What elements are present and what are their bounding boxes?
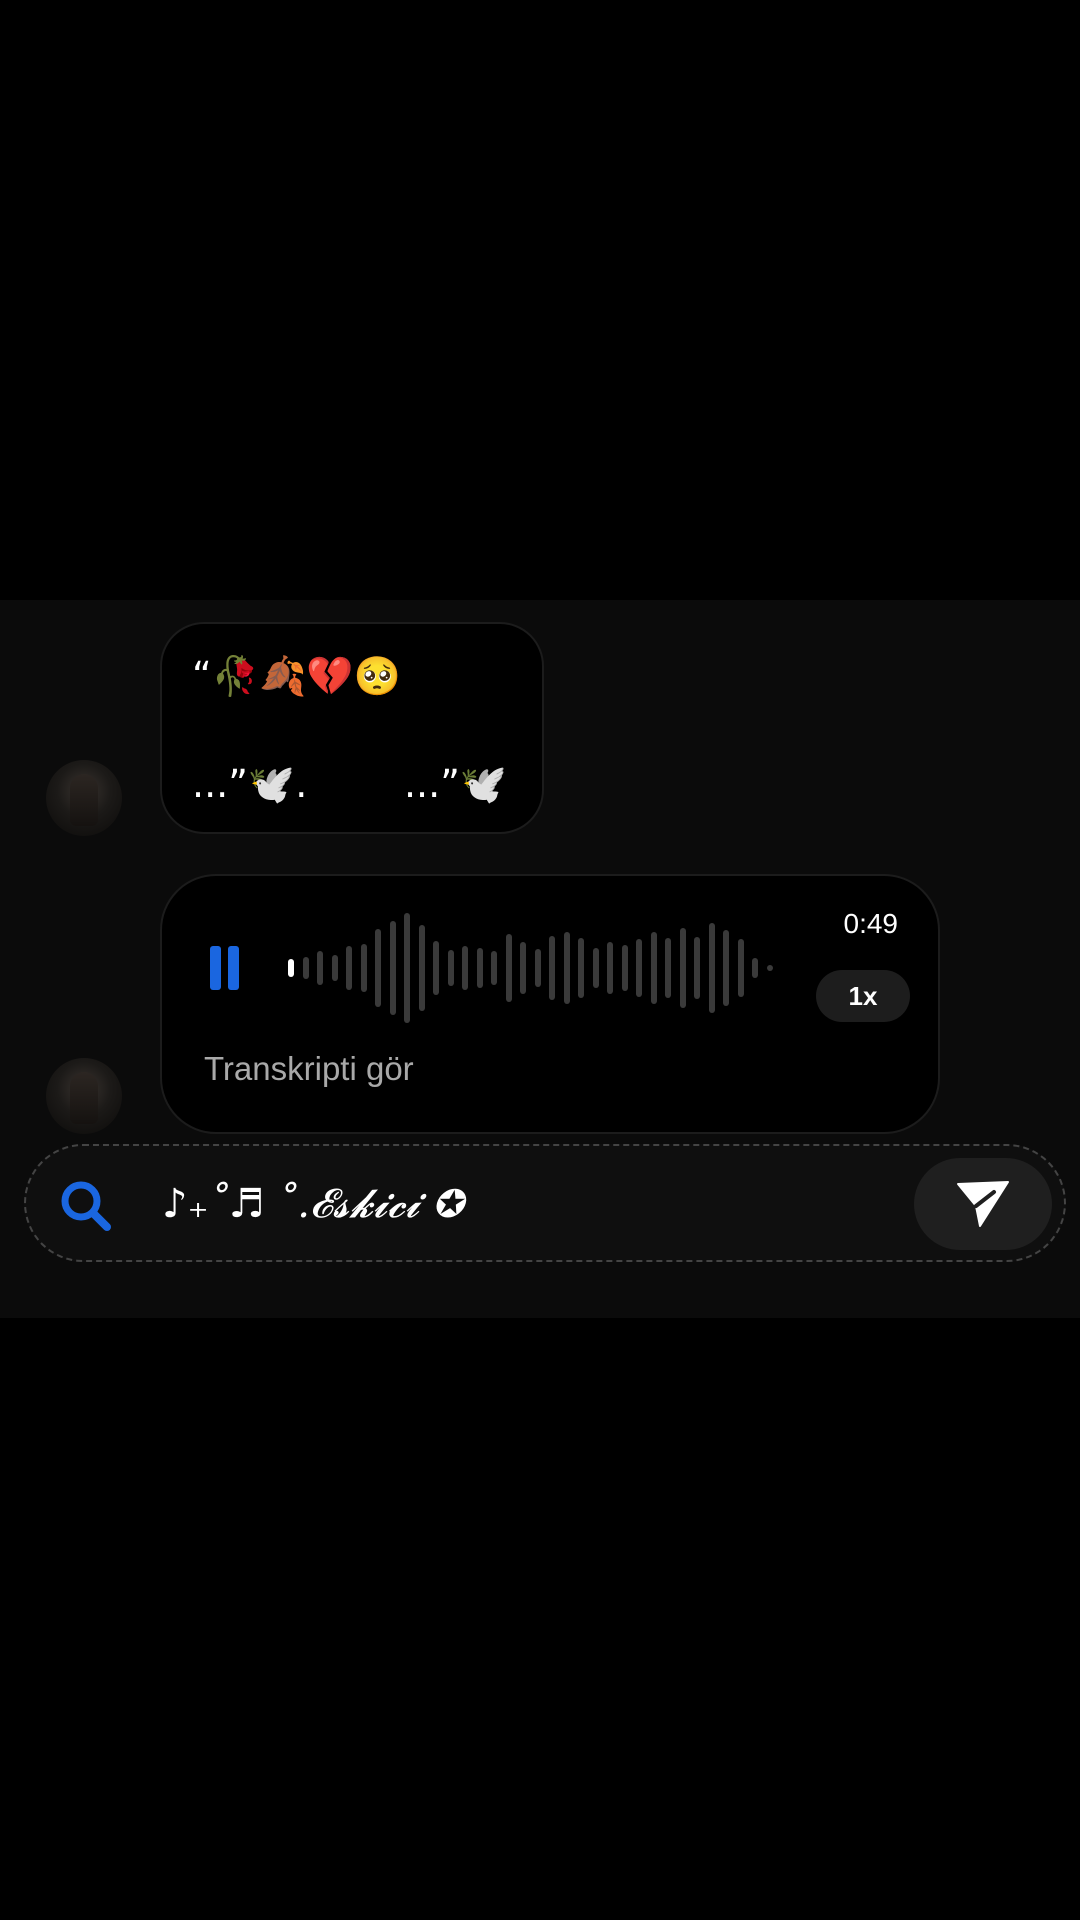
waveform-bar [766,965,773,971]
waveform-bar [375,929,381,1007]
composer-text[interactable]: ♪₊˚♬ ˚.𝓔𝓼𝓴𝓲𝓬𝓲 ✪ [162,1176,464,1232]
waveform-bar [389,921,396,1015]
pause-button[interactable] [206,942,246,992]
waveform-bar [563,932,570,1004]
waveform-bar [607,942,613,994]
waveform-bar [549,936,555,1000]
waveform-bar [491,951,497,985]
waveform-bar [520,942,526,994]
transcript-link[interactable]: Transkripti gör [204,1050,414,1088]
waveform-bar [650,932,657,1004]
waveform-bar [346,946,352,990]
waveform-bar [462,946,468,990]
waveform-bar [723,930,729,1006]
waveform-bar [418,925,425,1011]
waveform-bar [317,951,323,985]
message-line-2: ...”🕊️. ...”🕊️ [192,762,508,806]
message-bubble-text[interactable]: “🥀🍂💔🥺 ...”🕊️. ...”🕊️ [160,622,544,834]
waveform-bar [534,949,541,987]
waveform-bar [288,959,294,977]
voice-message-bubble[interactable]: 0:49 1x Transkripti gör [160,874,940,1134]
pause-icon [228,946,239,990]
message-line-1: “🥀🍂💔🥺 [192,654,401,698]
send-button[interactable] [914,1158,1052,1250]
waveform-bar [708,923,715,1013]
search-icon[interactable] [58,1178,112,1232]
waveform-bar [592,948,599,988]
waveform-bar [752,958,758,978]
waveform-bar [433,941,439,995]
waveform-bar [737,939,744,997]
avatar[interactable] [46,1058,122,1134]
avatar-figure [70,1072,98,1124]
waveform-bar [621,945,628,991]
waveform-bar [636,939,642,997]
waveform-bar [331,955,338,981]
waveform-bar [476,948,483,988]
waveform[interactable] [288,906,788,1030]
waveform-bar [679,928,686,1008]
waveform-bar [665,938,671,998]
waveform-bar [694,937,700,999]
waveform-bar [302,957,309,979]
waveform-bar [360,944,367,992]
send-icon [957,1181,1009,1227]
playback-speed-button[interactable]: 1x [816,970,910,1022]
waveform-bar [404,913,410,1023]
waveform-bar [505,934,512,1002]
avatar[interactable] [46,760,122,836]
voice-duration: 0:49 [843,908,899,939]
avatar-figure [70,774,98,826]
waveform-bar [447,950,454,986]
waveform-bar [578,938,584,998]
pause-icon [210,946,221,990]
message-composer[interactable]: ♪₊˚♬ ˚.𝓔𝓼𝓴𝓲𝓬𝓲 ✪ [24,1144,1066,1262]
